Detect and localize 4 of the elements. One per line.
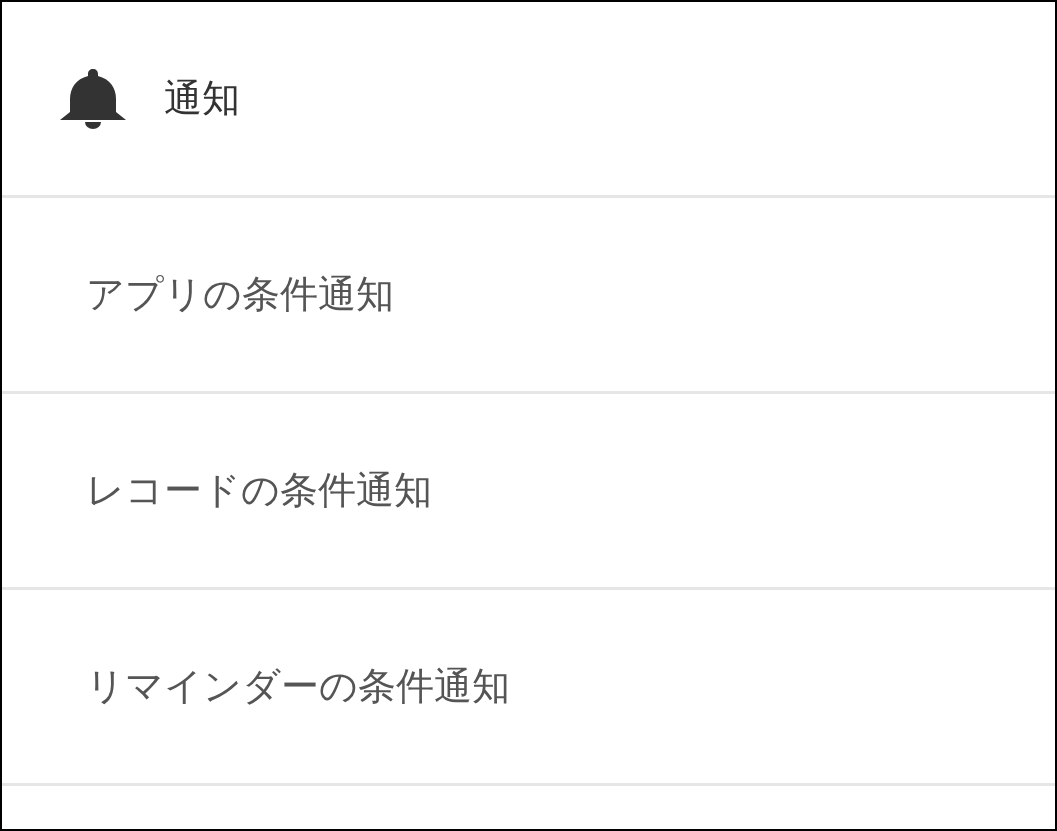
menu-item[interactable]: アプリの条件通知 (86, 269, 394, 320)
menu-item[interactable]: レコードの条件通知 (86, 465, 432, 516)
panel-title: 通知 (164, 75, 240, 122)
menu-item[interactable]: リマインダーの条件通知 (86, 661, 510, 712)
